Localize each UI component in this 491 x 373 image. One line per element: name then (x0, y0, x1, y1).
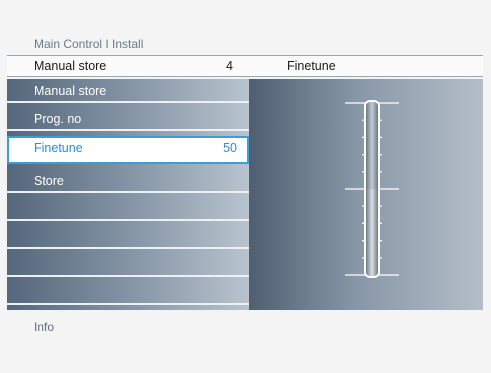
header-right-title: Finetune (287, 59, 336, 73)
menu-item-value: 50 (223, 141, 237, 155)
menu-item-store[interactable]: Store (7, 169, 249, 193)
breadcrumb: Main Control I Install (34, 37, 144, 51)
slider-fill (366, 189, 378, 276)
menu-item-prog-no[interactable]: Prog. no (7, 107, 249, 131)
menu-item-label: Store (34, 174, 64, 188)
menu-item-empty[interactable] (7, 225, 249, 249)
menu-item-label: Manual store (34, 84, 107, 98)
menu-item-empty[interactable] (7, 281, 249, 305)
menu-item-label: Finetune (34, 141, 83, 155)
menu-item-finetune[interactable]: Finetune 50 (7, 136, 249, 164)
menu-item-empty[interactable] (7, 197, 249, 221)
menu-item-manual-store[interactable]: Manual store (7, 79, 249, 103)
header-value: 4 (226, 59, 233, 73)
menu-item-label: Prog. no (34, 112, 82, 126)
info-label: Info (34, 320, 55, 334)
finetune-slider[interactable] (249, 79, 483, 310)
header-row: Manual store 4 Finetune (7, 55, 483, 77)
menu-list: Manual store Prog. no Finetune 50 Store (7, 79, 249, 310)
header-title: Manual store (34, 59, 107, 73)
menu-item-empty[interactable] (7, 253, 249, 277)
